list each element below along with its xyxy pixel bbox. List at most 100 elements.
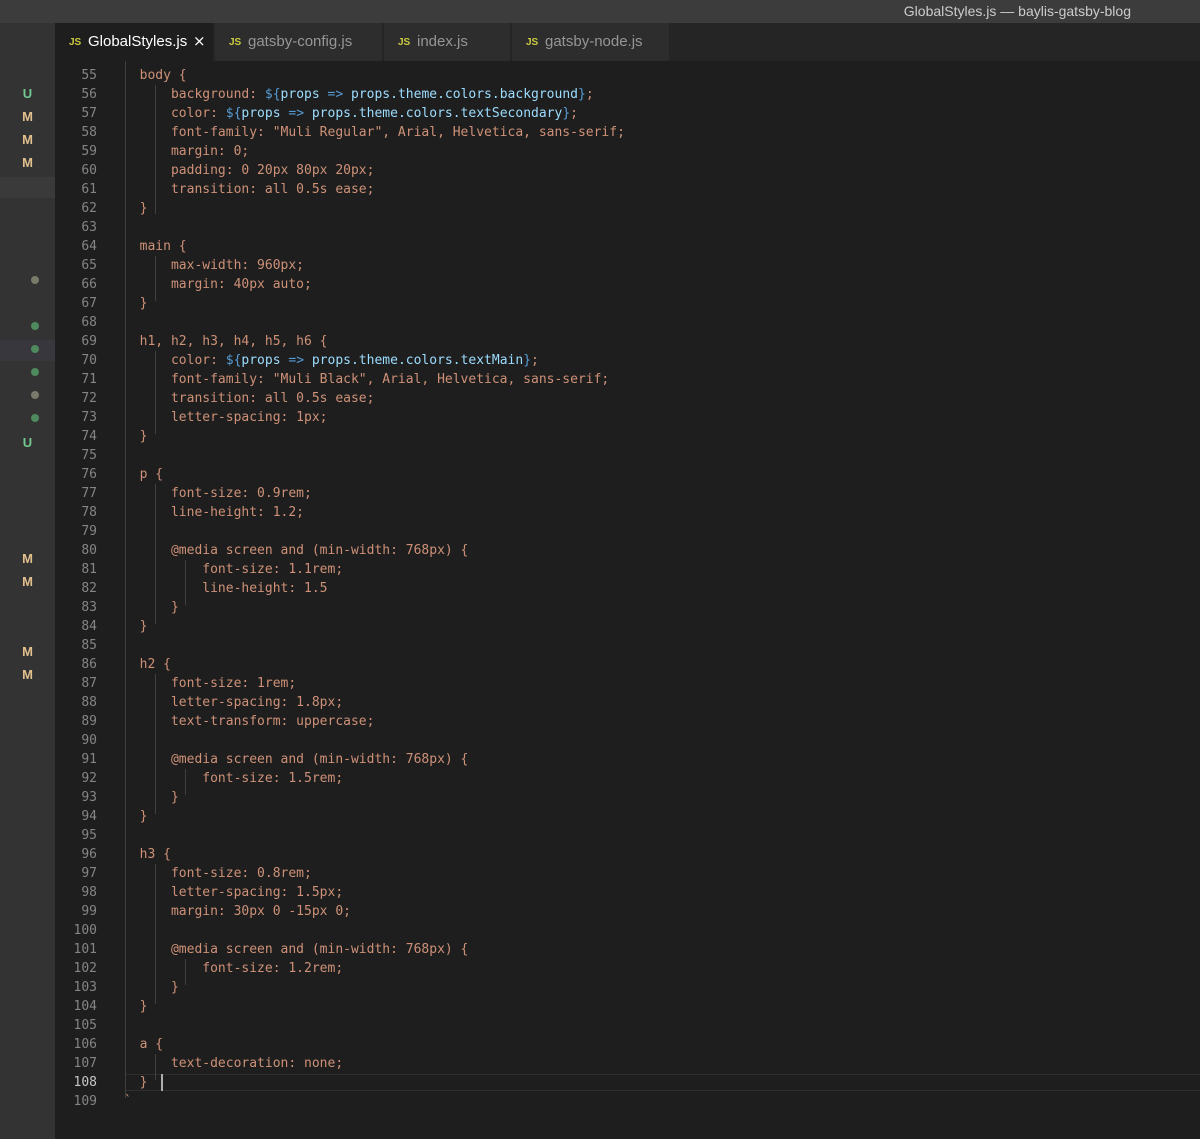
line-number: 89	[81, 714, 97, 729]
code-line: transition: all 0.5s ease;	[124, 182, 375, 197]
line-number: 62	[81, 201, 97, 216]
scm-marker-modified: M	[22, 132, 33, 147]
line-number: 109	[73, 1094, 97, 1109]
line-number: 101	[73, 942, 97, 957]
tab-label: GlobalStyles.js	[88, 33, 188, 50]
line-number: 71	[81, 372, 97, 387]
tab-index[interactable]: JS index.js	[384, 23, 511, 61]
line-number: 65	[81, 258, 97, 273]
current-line-highlight	[125, 1074, 1200, 1091]
line-number: 91	[81, 752, 97, 767]
scm-marker-modified: M	[22, 574, 33, 589]
line-number: 102	[73, 961, 97, 976]
code-line: background: ${props => props.theme.color…	[124, 87, 594, 102]
line-number: 98	[81, 885, 97, 900]
code-line: @media screen and (min-width: 768px) {	[124, 942, 469, 957]
status-dot-icon	[31, 322, 39, 330]
line-number: 70	[81, 353, 97, 368]
code-line: h1, h2, h3, h4, h5, h6 {	[124, 334, 328, 349]
code-line: }	[124, 809, 148, 824]
line-number: 94	[81, 809, 97, 824]
code-line: h3 {	[124, 847, 171, 862]
code-line: margin: 40px auto;	[124, 277, 312, 292]
line-number: 84	[81, 619, 97, 634]
line-number: 58	[81, 125, 97, 140]
scm-marker-modified: M	[22, 551, 33, 566]
code-line: p {	[124, 467, 164, 482]
scm-marker-modified: M	[22, 109, 33, 124]
code-line: font-size: 1.5rem;	[124, 771, 344, 786]
line-number: 60	[81, 163, 97, 178]
line-number: 72	[81, 391, 97, 406]
code-line: }	[124, 429, 148, 444]
code-editor[interactable]: 55 body { 56 background: ${props => props…	[55, 61, 1200, 1139]
code-line: }	[124, 1075, 148, 1090]
line-number: 100	[73, 923, 97, 938]
scm-marker-modified: M	[22, 644, 33, 659]
code-line: max-width: 960px;	[124, 258, 305, 273]
line-number: 74	[81, 429, 97, 444]
code-line: letter-spacing: 1.8px;	[124, 695, 344, 710]
line-number: 80	[81, 543, 97, 558]
tab-gatsby-node[interactable]: JS gatsby-node.js	[512, 23, 670, 61]
window-title: GlobalStyles.js — baylis-gatsby-blog	[903, 3, 1131, 19]
line-number: 64	[81, 239, 97, 254]
line-number: 75	[81, 448, 97, 463]
code-line: margin: 0;	[124, 144, 250, 159]
line-number: 73	[81, 410, 97, 425]
code-line: font-family: "Muli Regular", Arial, Helv…	[124, 125, 625, 140]
code-line: }	[124, 600, 179, 615]
line-number: 87	[81, 676, 97, 691]
line-number: 86	[81, 657, 97, 672]
tab-globalstyles[interactable]: JS GlobalStyles.js ×	[55, 23, 214, 61]
line-number: 69	[81, 334, 97, 349]
code-line: body {	[124, 68, 187, 83]
code-line: }	[124, 201, 148, 216]
code-line: h2 {	[124, 657, 171, 672]
code-line: font-size: 0.8rem;	[124, 866, 312, 881]
line-number: 93	[81, 790, 97, 805]
line-number: 68	[81, 315, 97, 330]
selected-row-highlight	[0, 340, 55, 361]
code-line: margin: 30px 0 -15px 0;	[124, 904, 351, 919]
code-line: main {	[124, 239, 187, 254]
line-number: 97	[81, 866, 97, 881]
code-line: letter-spacing: 1.5px;	[124, 885, 344, 900]
js-file-icon: JS	[229, 37, 242, 48]
code-line: font-size: 1rem;	[124, 676, 297, 691]
line-number: 55	[81, 68, 97, 83]
line-number: 81	[81, 562, 97, 577]
status-dot-icon	[31, 345, 39, 353]
tab-gatsby-config[interactable]: JS gatsby-config.js	[215, 23, 383, 61]
line-number: 78	[81, 505, 97, 520]
line-number: 66	[81, 277, 97, 292]
line-number: 96	[81, 847, 97, 862]
tab-label: index.js	[417, 33, 468, 50]
line-number: 104	[73, 999, 97, 1014]
scm-marker-untracked: U	[22, 86, 33, 101]
line-number: 88	[81, 695, 97, 710]
close-tab-icon[interactable]: ×	[193, 32, 206, 50]
line-number: 99	[81, 904, 97, 919]
line-number: 57	[81, 106, 97, 121]
line-number: 59	[81, 144, 97, 159]
code-line: transition: all 0.5s ease;	[124, 391, 375, 406]
js-file-icon: JS	[398, 37, 411, 48]
code-line: }	[124, 790, 179, 805]
code-line: line-height: 1.2;	[124, 505, 305, 520]
line-number: 79	[81, 524, 97, 539]
line-number: 67	[81, 296, 97, 311]
title-bar: GlobalStyles.js — baylis-gatsby-blog	[0, 0, 1200, 23]
text-cursor	[161, 1074, 163, 1091]
line-number: 105	[73, 1018, 97, 1033]
line-number: 108	[73, 1075, 97, 1090]
code-line: font-size: 0.9rem;	[124, 486, 312, 501]
code-line: a {	[124, 1037, 164, 1052]
line-number: 56	[81, 87, 97, 102]
code-line: text-transform: uppercase;	[124, 714, 375, 729]
code-line: line-height: 1.5	[124, 581, 328, 596]
status-dot-icon	[31, 276, 39, 284]
code-line: padding: 0 20px 80px 20px;	[124, 163, 375, 178]
scm-marker-untracked: U	[22, 435, 33, 450]
code-line: }	[124, 999, 148, 1014]
